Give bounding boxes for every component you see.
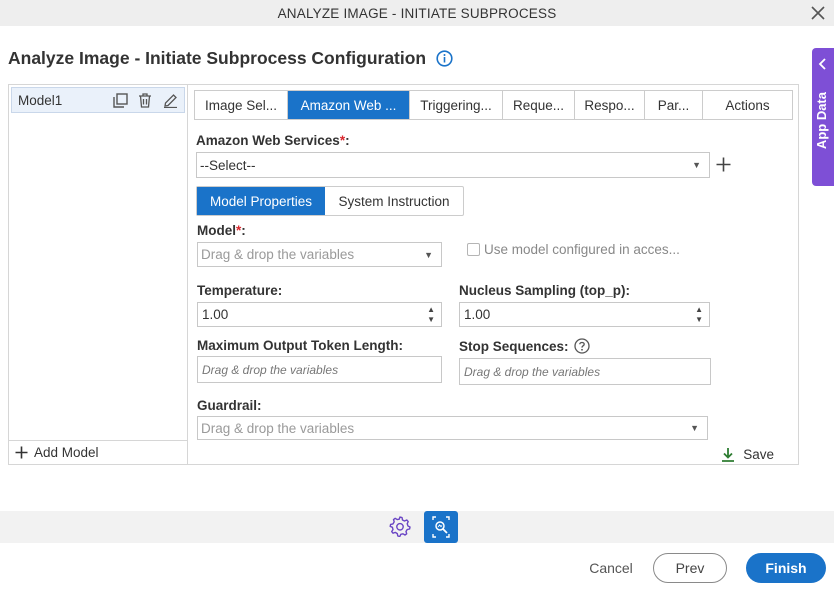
aws-select-value: --Select-- xyxy=(200,157,256,173)
delete-icon[interactable] xyxy=(134,89,156,111)
temperature-value: 1.00 xyxy=(202,307,229,322)
spinner-arrows-icon[interactable]: ▲ ▼ xyxy=(695,305,703,325)
max-tokens-label: Maximum Output Token Length: xyxy=(197,338,403,353)
edit-icon[interactable] xyxy=(159,89,181,111)
spinner-arrows-icon[interactable]: ▲ ▼ xyxy=(427,305,435,325)
guardrail-label: Guardrail: xyxy=(197,398,262,413)
analyze-image-button[interactable] xyxy=(424,511,458,543)
info-icon[interactable] xyxy=(436,50,453,67)
stop-sequences-input[interactable]: Drag & drop the variables xyxy=(459,358,711,385)
tab-actions[interactable]: Actions xyxy=(703,91,792,119)
tab-amazon-web-services[interactable]: Amazon Web ... xyxy=(288,91,410,119)
page-title-row: Analyze Image - Initiate Subprocess Conf… xyxy=(8,48,453,69)
use-configured-model-row[interactable]: Use model configured in acces... xyxy=(467,242,680,257)
subtab-system-instruction[interactable]: System Instruction xyxy=(325,187,463,215)
subtab-bar: Model Properties System Instruction xyxy=(196,186,464,216)
stop-sequences-placeholder: Drag & drop the variables xyxy=(464,364,601,379)
window-titlebar: ANALYZE IMAGE - INITIATE SUBPROCESS xyxy=(0,0,834,26)
stop-sequences-label: Stop Sequences: xyxy=(459,338,569,354)
add-connection-icon[interactable] xyxy=(716,157,731,175)
model-label-row: Model*: xyxy=(197,223,246,238)
model-select[interactable]: Drag & drop the variables ▼ xyxy=(197,242,442,267)
subtab-model-properties[interactable]: Model Properties xyxy=(197,187,325,215)
duplicate-icon[interactable] xyxy=(109,89,131,111)
guardrail-select[interactable]: Drag & drop the variables ▼ xyxy=(197,416,708,440)
tab-request[interactable]: Reque... xyxy=(503,91,575,119)
dropdown-caret-icon: ▼ xyxy=(424,249,433,260)
tab-triggering[interactable]: Triggering... xyxy=(410,91,503,119)
plus-icon xyxy=(15,446,28,459)
model-placeholder: Drag & drop the variables xyxy=(201,247,355,262)
finish-button[interactable]: Finish xyxy=(746,553,826,583)
aws-label: Amazon Web Services xyxy=(196,133,340,148)
top-p-input[interactable]: 1.00 ▲ ▼ xyxy=(459,302,710,327)
stop-sequences-label-row: Stop Sequences: xyxy=(459,338,590,354)
page-title: Analyze Image - Initiate Subprocess Conf… xyxy=(8,48,427,68)
tab-bar: Image Sel... Amazon Web ... Triggering..… xyxy=(194,90,793,120)
top-p-value: 1.00 xyxy=(464,307,491,322)
save-label: Save xyxy=(743,447,774,462)
download-icon xyxy=(721,447,735,462)
aws-select[interactable]: --Select-- ▼ xyxy=(196,152,710,178)
dropdown-caret-icon: ▼ xyxy=(690,423,699,433)
tab-response[interactable]: Respo... xyxy=(575,91,645,119)
image-analyze-icon xyxy=(432,516,450,538)
chevron-left-icon xyxy=(818,58,828,73)
model-label-suffix: : xyxy=(241,223,246,238)
add-model-label: Add Model xyxy=(34,445,99,460)
tab-image-selection[interactable]: Image Sel... xyxy=(195,91,288,119)
configuration-panel: Model1 Add Model Image Sel... Amazon Web… xyxy=(8,84,799,465)
guardrail-placeholder: Drag & drop the variables xyxy=(201,420,355,436)
save-button[interactable]: Save xyxy=(721,447,774,462)
dropdown-caret-icon: ▼ xyxy=(692,160,701,170)
prev-button[interactable]: Prev xyxy=(653,553,727,583)
temperature-label: Temperature: xyxy=(197,283,283,298)
top-p-label: Nucleus Sampling (top_p): xyxy=(459,283,631,298)
close-icon[interactable] xyxy=(808,3,828,23)
max-tokens-placeholder: Drag & drop the variables xyxy=(202,362,339,377)
model-list-panel: Model1 Add Model xyxy=(9,85,188,464)
gear-icon[interactable] xyxy=(389,515,411,537)
help-icon[interactable] xyxy=(573,338,590,354)
window-title: ANALYZE IMAGE - INITIATE SUBPROCESS xyxy=(277,5,557,21)
use-configured-model-checkbox[interactable] xyxy=(467,243,480,256)
model-list-item[interactable]: Model1 xyxy=(11,87,185,113)
cancel-button[interactable]: Cancel xyxy=(584,555,638,581)
use-configured-model-label: Use model configured in acces... xyxy=(484,242,680,257)
max-tokens-input[interactable]: Drag & drop the variables xyxy=(197,356,442,383)
tab-parameters[interactable]: Par... xyxy=(645,91,703,119)
aws-label-row: Amazon Web Services*: xyxy=(196,133,350,148)
app-data-label: App Data xyxy=(814,92,829,150)
add-model-button[interactable]: Add Model xyxy=(9,440,187,464)
model-name: Model1 xyxy=(18,92,63,108)
model-label: Model xyxy=(197,223,236,238)
aws-label-suffix: : xyxy=(345,133,350,148)
temperature-input[interactable]: 1.00 ▲ ▼ xyxy=(197,302,442,327)
model-settings-panel: Image Sel... Amazon Web ... Triggering..… xyxy=(189,85,798,464)
bottom-toolbar xyxy=(0,511,834,543)
app-data-tab[interactable]: App Data xyxy=(812,48,834,186)
